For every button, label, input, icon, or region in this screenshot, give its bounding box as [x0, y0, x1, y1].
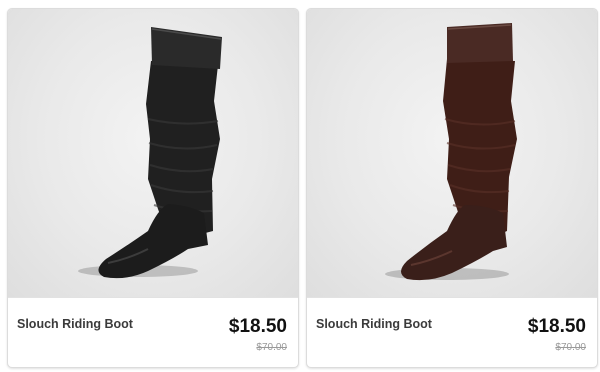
- boot-foot: [401, 205, 507, 281]
- product-info: Slouch Riding Boot $18.50 $70.00: [8, 298, 298, 367]
- product-name[interactable]: Slouch Riding Boot: [316, 317, 432, 331]
- product-name[interactable]: Slouch Riding Boot: [17, 317, 133, 331]
- original-price: $70.00: [555, 342, 586, 353]
- boot-image: [78, 27, 222, 279]
- product-card[interactable]: Slouch Riding Boot $18.50 $70.00: [7, 8, 299, 368]
- sale-price: $18.50: [527, 316, 586, 337]
- sale-price: $18.50: [228, 316, 287, 337]
- product-info: Slouch Riding Boot $18.50 $70.00: [307, 298, 597, 367]
- boot-foot: [98, 204, 208, 279]
- product-image[interactable]: [307, 9, 597, 298]
- product-image[interactable]: [8, 9, 298, 298]
- boot-image: [385, 23, 517, 281]
- product-card[interactable]: Slouch Riding Boot $18.50 $70.00: [306, 8, 598, 368]
- product-grid: Slouch Riding Boot $18.50 $70.00 Slouch …: [0, 0, 600, 372]
- original-price: $70.00: [256, 342, 287, 353]
